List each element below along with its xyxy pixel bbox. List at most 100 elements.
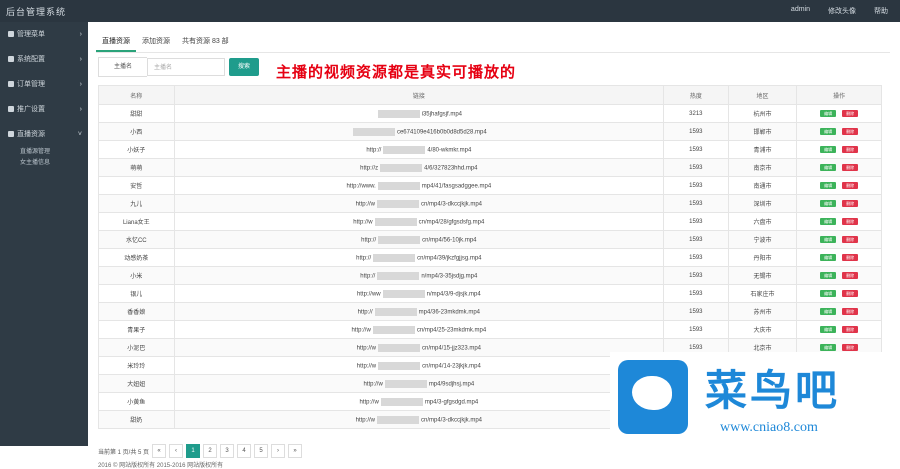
cell-name: Liana女王 xyxy=(98,212,175,231)
page-button-5[interactable]: 5 xyxy=(254,444,269,458)
help-link[interactable]: 帮助 xyxy=(874,6,888,16)
url-suffix: 4/6/327823hhd.mp4 xyxy=(424,165,478,172)
edit-button[interactable]: 编辑 xyxy=(820,128,837,135)
page-button-3[interactable]: 3 xyxy=(220,444,235,458)
cell-url: i35jhafgsjf.mp4 xyxy=(173,104,665,123)
sidebar-item-menu-management[interactable]: 管理菜单 › xyxy=(0,22,88,47)
cell-sales: 1593 xyxy=(663,194,729,213)
url-suffix: cn/mp4/39/jkzfgjjsg.mp4 xyxy=(417,255,482,262)
cell-name: 小泥巴 xyxy=(98,338,175,357)
edit-button[interactable]: 编辑 xyxy=(820,290,837,297)
cell-actions: 编辑删除 xyxy=(796,302,882,321)
watermark: 菜鸟吧 www.cniao8.com xyxy=(610,352,900,446)
url-suffix: cn/mp4/3-dkccjkjk.mp4 xyxy=(420,201,483,208)
url-prefix: http:// xyxy=(366,147,382,154)
edit-button[interactable]: 编辑 xyxy=(820,254,837,261)
table-row: 甜甜 i35jhafgsjf.mp4 3213 杭州市 编辑 删除 xyxy=(98,104,882,123)
tab-resource-count[interactable]: 共有资源 83 部 xyxy=(176,36,235,52)
edit-button[interactable]: 编辑 xyxy=(820,200,837,207)
sidebar-item-label: 推广设置 xyxy=(17,106,45,113)
edit-button[interactable]: 编辑 xyxy=(820,308,837,315)
page-button-1[interactable]: 1 xyxy=(186,444,201,458)
page-prev-button[interactable]: ‹ xyxy=(169,444,184,458)
search-button[interactable]: 搜索 xyxy=(229,58,259,76)
top-nav: admin 修改头像 帮助 xyxy=(791,6,888,16)
bird-shape xyxy=(632,376,672,410)
url-redaction xyxy=(378,235,421,244)
edit-button[interactable]: 编辑 xyxy=(820,164,837,171)
page-button-4[interactable]: 4 xyxy=(237,444,252,458)
sidebar-item-live-resources[interactable]: 直播资源 ˅ xyxy=(0,122,88,147)
page-last-button[interactable]: » xyxy=(288,444,303,458)
url-prefix: http://ww xyxy=(356,291,381,298)
column-header-actions: 操作 xyxy=(796,85,882,105)
delete-button[interactable]: 删除 xyxy=(842,254,859,261)
edit-button[interactable]: 编辑 xyxy=(820,326,837,333)
cell-sales: 1593 xyxy=(663,158,729,177)
cell-name: 香香娘 xyxy=(98,302,175,321)
table-row: 水忆CC http://cn/mp4/56-10jk.mp4 1593 宁波市 编辑 删除 xyxy=(98,230,882,249)
url-redaction xyxy=(376,415,419,424)
edit-button[interactable]: 编辑 xyxy=(820,218,837,225)
column-header-url[interactable]: 链接 xyxy=(173,85,665,105)
edit-button[interactable]: 编辑 xyxy=(820,344,837,351)
cell-url: http:// n/mp4/3-35jsdjg.mp4 xyxy=(173,266,665,285)
chevron-right-icon: › xyxy=(79,106,82,113)
cell-sales: 1593 xyxy=(663,320,729,339)
edit-button[interactable]: 编辑 xyxy=(820,272,837,279)
user-menu-admin[interactable]: admin xyxy=(791,6,810,16)
page-button-2[interactable]: 2 xyxy=(203,444,218,458)
delete-button[interactable]: 删除 xyxy=(842,200,859,207)
delete-button[interactable]: 删除 xyxy=(842,218,859,225)
delete-button[interactable]: 删除 xyxy=(842,308,859,315)
cell-area: 深圳市 xyxy=(727,194,798,213)
cell-name: 九儿 xyxy=(98,194,175,213)
watermark-url: www.cniao8.com xyxy=(720,420,818,435)
edit-button[interactable]: 编辑 xyxy=(820,182,837,189)
column-header-sales[interactable]: 热度 xyxy=(663,85,729,105)
delete-button[interactable]: 删除 xyxy=(842,182,859,189)
sidebar-item-promotion[interactable]: 推广设置 › xyxy=(0,97,88,122)
cell-name: 银儿 xyxy=(98,284,175,303)
page-next-button[interactable]: › xyxy=(271,444,286,458)
column-header-area[interactable]: 地区 xyxy=(727,85,798,105)
delete-button[interactable]: 删除 xyxy=(842,326,859,333)
table-row: 萌萌 http://z 4/6/327823hhd.mp4 1593 南京市 编辑 删除 xyxy=(98,158,882,177)
cell-url: http://w cn/mp4/28/gfgsdsfg.mp4 xyxy=(173,212,665,231)
delete-button[interactable]: 删除 xyxy=(842,236,859,243)
url-suffix: cn/mp4/3-dkccjkjk.mp4 xyxy=(420,417,483,424)
cell-name: 大妞妞 xyxy=(98,374,175,393)
sidebar-item-system-config[interactable]: 系统配置 › xyxy=(0,47,88,72)
delete-button[interactable]: 删除 xyxy=(842,272,859,279)
sidebar-subitem-stream-management[interactable]: 直播源管理 xyxy=(0,147,88,158)
cell-sales: 1593 xyxy=(663,212,729,231)
url-suffix: cn/mp4/56-10jk.mp4 xyxy=(422,237,477,244)
url-redaction xyxy=(377,271,420,280)
delete-button[interactable]: 删除 xyxy=(842,290,859,297)
edit-button[interactable]: 编辑 xyxy=(820,110,837,117)
delete-button[interactable]: 删除 xyxy=(842,128,859,135)
url-suffix: cn/mp4/28/gfgsdsfg.mp4 xyxy=(418,219,485,226)
delete-button[interactable]: 删除 xyxy=(842,110,859,117)
edit-button[interactable]: 编辑 xyxy=(820,146,837,153)
cell-name: 甜甜 xyxy=(98,104,175,123)
change-avatar-link[interactable]: 修改头像 xyxy=(828,6,856,16)
sidebar-subitem-streamer-info[interactable]: 女主播信息 xyxy=(0,158,88,169)
tab-add-resource[interactable]: 添加资源 xyxy=(136,36,176,52)
cell-area: 南通市 xyxy=(727,176,798,195)
page-first-button[interactable]: « xyxy=(152,444,167,458)
delete-button[interactable]: 删除 xyxy=(842,164,859,171)
table-row: 银儿 http://ww n/mp4/3/9-djsjk.mp4 1593 石家庄市 编辑… xyxy=(98,284,882,303)
edit-button[interactable]: 编辑 xyxy=(820,236,837,243)
tab-live-resources[interactable]: 直播资源 xyxy=(96,36,136,52)
cell-name: 甜奶 xyxy=(98,410,175,429)
sidebar-item-orders[interactable]: 订单管理 › xyxy=(0,72,88,97)
cell-name: 动感奶茶 xyxy=(98,248,175,267)
column-header-name[interactable]: 名称 xyxy=(98,85,175,105)
pagination: 当前第 1 页/共 5 页 « ‹ 1 2 3 4 5 › » xyxy=(98,444,303,458)
delete-button[interactable]: 删除 xyxy=(842,146,859,153)
cell-actions: 编辑删除 xyxy=(796,320,882,339)
cell-name: 小妖子 xyxy=(98,140,175,159)
search-input[interactable]: 主播名 xyxy=(147,58,225,76)
delete-button[interactable]: 删除 xyxy=(842,344,859,351)
